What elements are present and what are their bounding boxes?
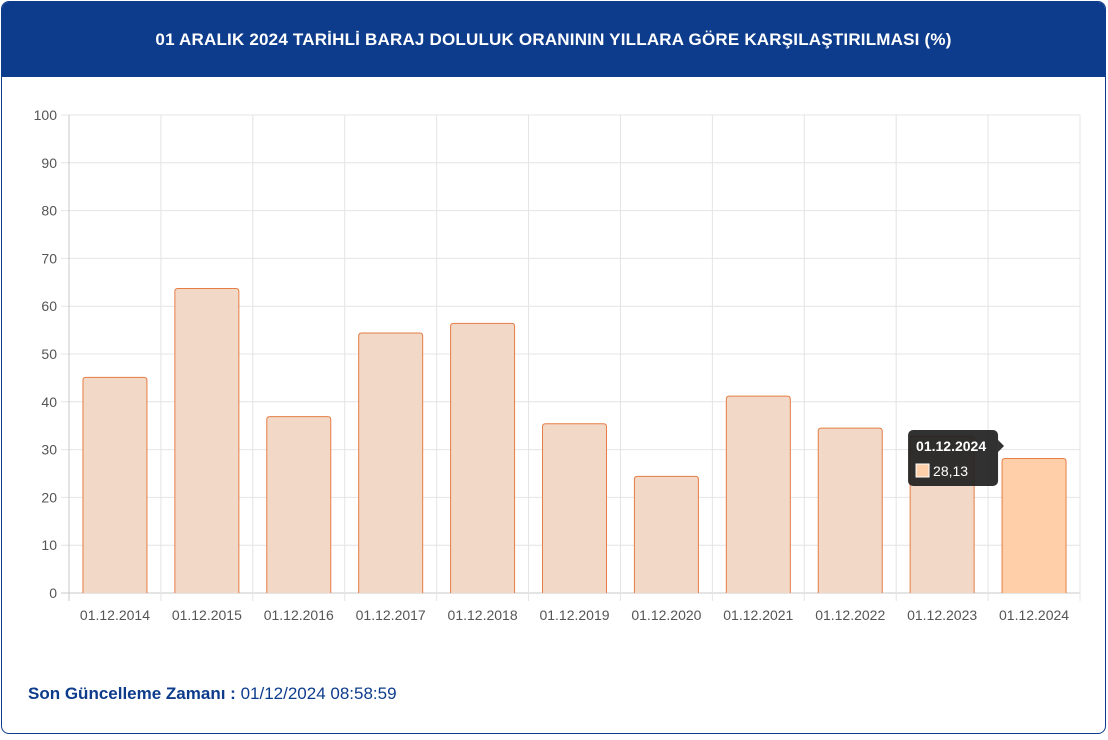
y-tick-label: 20 <box>41 489 57 505</box>
y-tick-label: 0 <box>49 585 57 601</box>
x-tick-label: 01.12.2016 <box>264 607 334 623</box>
tooltip-swatch <box>915 463 930 478</box>
bar-01.12.2020[interactable] <box>633 475 699 593</box>
tooltip-value: 28,13 <box>933 463 968 479</box>
x-tick-label: 01.12.2014 <box>80 607 150 623</box>
x-tick-label: 01.12.2015 <box>172 607 242 623</box>
y-tick-label: 50 <box>41 346 57 362</box>
bar-01.12.2021[interactable] <box>725 395 791 593</box>
bar-01.12.2016[interactable] <box>266 416 332 593</box>
y-tick-label: 30 <box>41 442 57 458</box>
x-tick-label: 01.12.2023 <box>907 607 977 623</box>
tooltip-title: 01.12.2024 <box>916 438 986 454</box>
bar-chart: 0 10 20 30 40 50 60 70 80 90 100 01.12.2014 01.12.20… <box>34 107 1081 623</box>
bar-01.12.2014[interactable] <box>82 376 148 593</box>
y-tick-label: 10 <box>41 537 57 553</box>
x-tick-label: 01.12.2018 <box>448 607 518 623</box>
x-tick-label: 01.12.2019 <box>539 607 609 623</box>
bar-01.12.2018[interactable] <box>450 322 516 593</box>
bar-01.12.2022[interactable] <box>817 427 883 593</box>
bar-01.12.2017[interactable] <box>358 332 424 593</box>
chart-card: 01 ARALIK 2024 TARİHLİ BARAJ DOLULUK ORA… <box>1 1 1106 734</box>
last-update-value: 01/12/2024 08:58:59 <box>240 684 397 703</box>
y-tick-label: 60 <box>41 298 57 314</box>
x-tick-label: 01.12.2021 <box>723 607 793 623</box>
last-update-separator: : <box>225 684 241 703</box>
y-tick-label: 70 <box>41 250 57 266</box>
bar-01.12.2015[interactable] <box>174 288 240 593</box>
x-tick-label: 01.12.2020 <box>631 607 701 623</box>
last-update: Son Güncelleme Zamanı : 01/12/2024 08:58… <box>28 684 397 704</box>
y-tick-label: 40 <box>41 394 57 410</box>
last-update-label: Son Güncelleme Zamanı <box>28 684 226 703</box>
y-tick-label: 80 <box>41 203 57 219</box>
bar-01.12.2024[interactable] <box>1001 458 1067 593</box>
x-tick-label: 01.12.2024 <box>999 607 1069 623</box>
tooltip-caret <box>998 440 1005 452</box>
y-tick-label: 90 <box>41 155 57 171</box>
y-tick-label: 100 <box>34 107 58 123</box>
x-tick-label: 01.12.2017 <box>356 607 426 623</box>
x-tick-label: 01.12.2022 <box>815 607 885 623</box>
bar-01.12.2019[interactable] <box>542 423 607 593</box>
